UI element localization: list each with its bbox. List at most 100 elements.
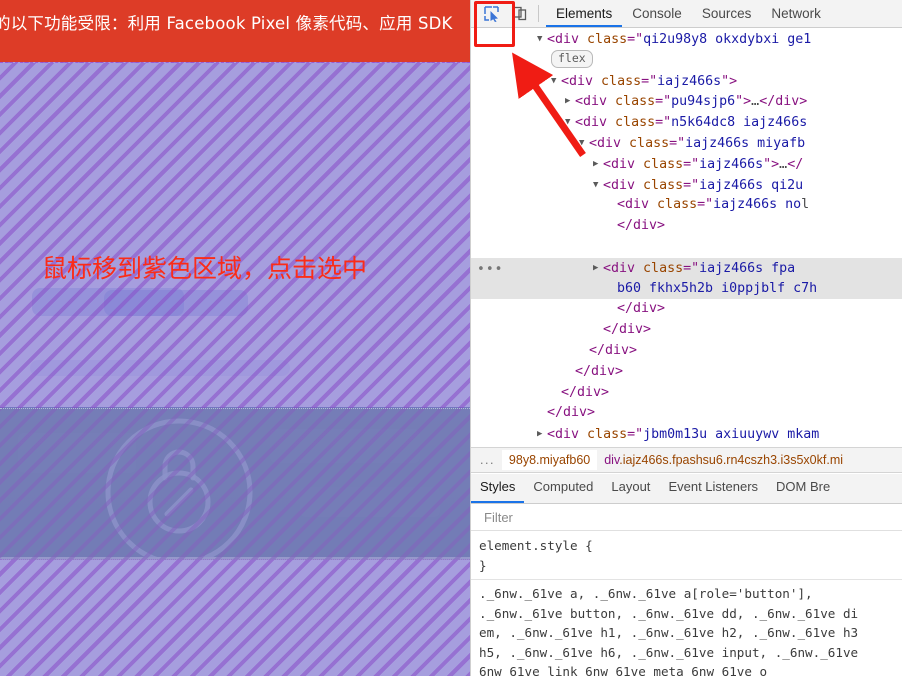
dom-row-content: <div class="iajz466s nol bbox=[473, 197, 809, 212]
dom-tree-row[interactable]: ▼ <div class="iajz466s qi2u bbox=[471, 175, 902, 196]
dom-tree-row[interactable]: ••• ▶ <div class="iajz466s fpa bbox=[471, 257, 902, 279]
dom-token-punct: > bbox=[601, 384, 610, 400]
dom-tree[interactable]: ▼ <div class="qi2u98y8 okxdybxi ge1 flex ▼ <… bbox=[471, 29, 902, 445]
dom-tree-row[interactable]: ▶ <div class="pu94sjp6">…</div> bbox=[471, 91, 902, 112]
css-rule-block[interactable]: ._6nw._61ve a, ._6nw._61ve a[role='butto… bbox=[471, 579, 902, 676]
breadcrumb-crumb[interactable]: 98y8.miyafb60 bbox=[501, 450, 598, 470]
dom-token-val: iajz466s qi2u bbox=[699, 177, 804, 193]
dom-token-attr: class bbox=[635, 260, 684, 276]
dom-tree-row[interactable]: <div class="iajz466s nol bbox=[471, 195, 902, 216]
subtab-computed[interactable]: Computed bbox=[524, 474, 602, 503]
dom-row-disclosure-triangle[interactable]: ▶ bbox=[593, 258, 603, 279]
dom-tree-row[interactable]: </div> bbox=[471, 299, 902, 320]
dom-row-content: </div> bbox=[473, 343, 637, 358]
dom-tree-row[interactable]: </div> bbox=[471, 320, 902, 341]
tab-console[interactable]: Console bbox=[622, 0, 692, 27]
subtab-dom-breakpoints[interactable]: DOM Bre bbox=[767, 474, 839, 503]
dom-row-content: flex bbox=[473, 49, 593, 68]
dom-token-punct: > bbox=[657, 218, 666, 234]
dom-tree-row[interactable]: </div> bbox=[471, 216, 902, 237]
dom-tree-row[interactable]: ▼ <div class="n5k64dc8 iajz466s bbox=[471, 112, 902, 133]
css-rule-block[interactable]: element.style {} bbox=[471, 532, 902, 579]
dom-row-content: ▼ <div class="iajz466s"> bbox=[473, 74, 737, 89]
dom-token-punct: </ bbox=[617, 218, 634, 234]
dom-token-punct: =" bbox=[627, 32, 644, 47]
dom-row-disclosure-triangle[interactable]: ▼ bbox=[579, 133, 589, 154]
dom-token-punct: </ bbox=[561, 384, 578, 400]
dom-tree-row[interactable] bbox=[471, 237, 902, 258]
dom-row-content: ▼ <div class="iajz466s qi2u bbox=[473, 178, 803, 193]
dom-token-val: iajz466s miyafb bbox=[685, 135, 806, 151]
dom-row-disclosure-triangle[interactable]: ▼ bbox=[565, 112, 575, 133]
devtools-highlight-overlay[interactable] bbox=[0, 62, 470, 676]
css-rule-line: em, ._6nw._61ve h1, ._6nw._61ve h2, ._6n… bbox=[479, 625, 859, 640]
dom-row-content: </div> bbox=[473, 218, 665, 233]
dom-token-punct: =" bbox=[669, 135, 686, 151]
dom-token-tag: div bbox=[591, 363, 616, 379]
screenshot-root: 的以下功能受限：利用 Facebook Pixel 像素代码、应用 SDK 鼠标… bbox=[0, 0, 902, 676]
dom-row-content: ▶ <div class="iajz466s fpa bbox=[473, 261, 795, 276]
dom-token-tag: div bbox=[611, 260, 636, 276]
banner-text: 的以下功能受限：利用 Facebook Pixel 像素代码、应用 SDK bbox=[0, 14, 453, 33]
styles-filter-input[interactable] bbox=[482, 509, 786, 526]
dom-tree-row[interactable]: b60 fkhx5h2b i0ppjblf c7h bbox=[471, 278, 902, 300]
dom-tree-row[interactable]: </div> bbox=[471, 341, 902, 362]
dom-token-tag: div bbox=[633, 218, 658, 234]
dom-row-content: </div> bbox=[473, 405, 595, 420]
subtab-styles[interactable]: Styles bbox=[471, 474, 525, 503]
dom-token-val: b60 fkhx5h2b i0ppjblf c7h bbox=[617, 280, 818, 296]
css-rules-list[interactable]: element.style {} ._6nw._61ve a, ._6nw._61… bbox=[471, 532, 902, 676]
dom-tree-row[interactable]: ▼ <div class="iajz466s miyafb bbox=[471, 133, 902, 154]
dom-tree-row[interactable]: ▼ <div class="qi2u98y8 okxdybxi ge1 bbox=[471, 29, 902, 50]
dom-token-punct: =" bbox=[641, 73, 658, 89]
dom-row-disclosure-triangle[interactable]: ▶ bbox=[537, 424, 547, 445]
flex-badge[interactable]: flex bbox=[551, 49, 593, 68]
dom-row-overflow-dots: ••• bbox=[477, 261, 504, 277]
dom-token-punct: < bbox=[617, 197, 626, 213]
dom-token-punct: </ bbox=[617, 301, 634, 317]
dom-token-attr: class bbox=[579, 427, 628, 443]
dom-token-tag: div bbox=[611, 156, 636, 172]
breadcrumb-overflow-dots[interactable]: ... bbox=[471, 453, 502, 467]
dom-token-attr: class bbox=[621, 135, 670, 151]
page-warning-banner: 的以下功能受限：利用 Facebook Pixel 像素代码、应用 SDK bbox=[0, 0, 470, 62]
tab-sources[interactable]: Sources bbox=[692, 0, 762, 27]
devtools-pane: Elements Console Sources Network ▼ <div c… bbox=[470, 0, 902, 676]
dom-row-disclosure-triangle[interactable]: ▶ bbox=[565, 91, 575, 112]
dom-token-tag: div bbox=[619, 322, 644, 338]
dom-token-attr: class bbox=[607, 94, 656, 110]
dom-token-punct: > bbox=[615, 363, 624, 379]
dom-tree-row[interactable]: </div> bbox=[471, 362, 902, 383]
dom-token-val: iajz466s bbox=[657, 73, 722, 89]
dom-token-punct: < bbox=[575, 115, 584, 131]
dom-tree-row[interactable]: ▼ <div class="iajz466s"> bbox=[471, 71, 902, 92]
dom-tree-row[interactable]: flex bbox=[471, 49, 902, 71]
overlay-strip-tint bbox=[0, 408, 470, 560]
breadcrumb-crumb[interactable]: div.iajz466s.fpashsu6.rn4cszh3.i3s5x0kf.… bbox=[597, 450, 850, 470]
dom-token-punct: </ bbox=[547, 405, 564, 421]
dom-row-content: ▶ <div class="iajz466s">…</ bbox=[473, 157, 803, 172]
dom-tree-row[interactable]: ▶ <div class="iajz466s">…</ bbox=[471, 154, 902, 175]
dom-token-txt: … bbox=[779, 156, 788, 172]
dom-token-punct: </ bbox=[575, 363, 592, 379]
dom-row-disclosure-triangle[interactable]: ▶ bbox=[593, 154, 603, 175]
breadcrumb[interactable]: ... 98y8.miyafb60 div.iajz466s.fpashsu6.… bbox=[471, 447, 902, 473]
dom-token-punct: > bbox=[799, 94, 808, 110]
styles-filter-row bbox=[471, 505, 902, 531]
tab-elements[interactable]: Elements bbox=[546, 0, 623, 27]
dom-row-disclosure-triangle[interactable]: ▼ bbox=[537, 29, 547, 50]
subtab-layout[interactable]: Layout bbox=[602, 474, 659, 503]
dom-token-attr: class bbox=[635, 156, 684, 172]
dom-row-disclosure-triangle[interactable]: ▼ bbox=[593, 175, 603, 196]
dom-tree-row[interactable]: </div> bbox=[471, 383, 902, 404]
breadcrumb-crumb-classes: .iajz466s.fpashsu6.rn4cszh3.i3s5x0kf.mi bbox=[619, 453, 844, 467]
dom-row-disclosure-triangle[interactable]: ▼ bbox=[551, 71, 561, 92]
dom-tree-row[interactable]: ▶ <div class="jbm0m13u axiuuywv mkam bbox=[471, 424, 902, 445]
annotation-purple-note: 鼠标移到紫色区域，点击选中 bbox=[42, 254, 368, 283]
tab-network[interactable]: Network bbox=[761, 0, 831, 27]
dom-tree-row[interactable]: </div> bbox=[471, 403, 902, 424]
subtab-event-listeners[interactable]: Event Listeners bbox=[659, 474, 767, 503]
inspect-element-icon[interactable] bbox=[477, 1, 505, 27]
device-toolbar-icon[interactable] bbox=[505, 1, 533, 27]
dom-token-punct: =" bbox=[683, 156, 700, 172]
